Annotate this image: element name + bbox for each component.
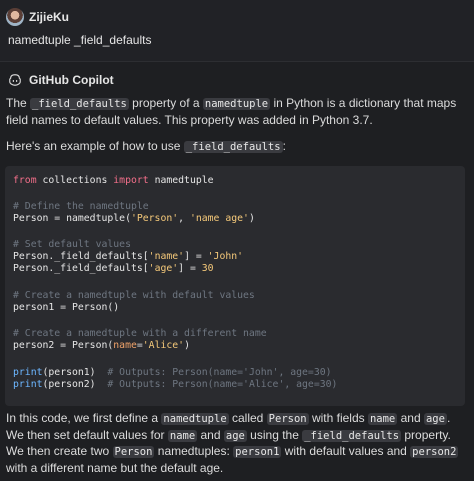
code-line: person2 = Person(name='Alice'): [13, 340, 190, 351]
code-line: Person = namedtuple('Person', 'name age'…: [13, 213, 255, 224]
inline-code: _field_defaults: [302, 429, 402, 442]
inline-code: age: [423, 413, 447, 425]
username: ZijieKu: [29, 10, 70, 24]
user-message: ZijieKu namedtuple _field_defaults: [0, 0, 474, 62]
code-line: person1 = Person(): [13, 302, 120, 313]
code-line: # Define the namedtuple: [13, 201, 149, 212]
inline-code: name: [367, 413, 398, 425]
inline-code: namedtuple: [202, 98, 271, 110]
avatar[interactable]: [6, 8, 24, 26]
response-paragraph-1: The _field_defaults property of a namedt…: [6, 96, 457, 127]
response-paragraph-3: In this code, we first define a namedtup…: [6, 411, 459, 475]
code-line: # Create a namedtuple with a different n…: [13, 328, 267, 339]
code-line: print(person2) # Outputs: Person(name='A…: [13, 379, 338, 390]
copilot-name: GitHub Copilot: [29, 73, 114, 87]
code-line: # Create a namedtuple with default value…: [13, 290, 255, 301]
code-line: Person._field_defaults['age'] = 30: [13, 263, 214, 274]
inline-code: name: [167, 429, 198, 442]
inline-code: Person: [266, 413, 309, 425]
inline-code: person1: [233, 446, 282, 458]
code-block[interactable]: from collections import namedtuple # Def…: [5, 166, 465, 406]
copilot-icon: [9, 74, 21, 86]
inline-code: age: [223, 429, 247, 442]
inline-code: namedtuple: [161, 413, 229, 425]
inline-code: _field_defaults: [30, 98, 129, 110]
code-line: # Set default values: [13, 239, 131, 250]
response-paragraph-2: Here's an example of how to use _field_d…: [6, 139, 286, 153]
code-line: from collections import namedtuple: [13, 175, 214, 186]
code-line: print(person1) # Outputs: Person(name='J…: [13, 367, 332, 378]
inline-code: person2: [410, 446, 459, 458]
user-message-text: namedtuple _field_defaults: [8, 33, 152, 47]
inline-code: Person: [112, 446, 155, 458]
code-line: Person._field_defaults['name'] = 'John': [13, 251, 244, 262]
inline-code: _field_defaults: [183, 141, 283, 153]
